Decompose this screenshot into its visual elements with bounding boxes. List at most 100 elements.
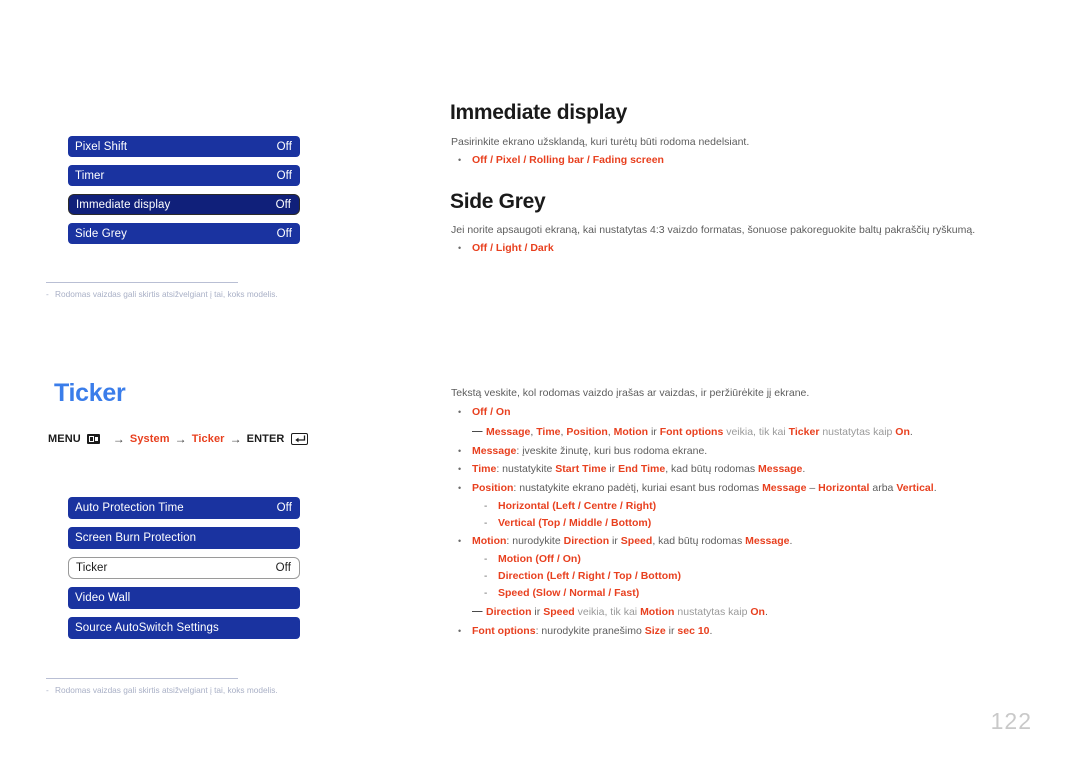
footnote-text: Rodomas vaizdas gali skirtis atsižvelgia… (55, 685, 278, 695)
term: Direction (498, 569, 544, 582)
term-description: . (709, 625, 713, 638)
ticker-sub-motion: - Motion (Off / On) (450, 552, 1080, 568)
note-term: Time (536, 425, 561, 438)
term-description: . (933, 482, 937, 495)
term-description: : nurodykite (506, 535, 564, 548)
bullet-icon: • (458, 483, 462, 494)
term-description: : nustatykite ekrano padėtį, kuriai esan… (513, 482, 763, 495)
footnote-line: - Rodomas vaizdas gali skirtis atsižvelg… (46, 289, 346, 300)
sub-dash-icon: - (484, 570, 488, 582)
term: Position (472, 482, 514, 495)
osd-row-value: Off (275, 198, 291, 211)
bullet-icon: • (458, 626, 462, 637)
options-text: Off / Pixel / Rolling bar / Fading scree… (472, 154, 664, 166)
menu-path: MENU → System → Ticker → ENTER (48, 432, 309, 446)
osd-row-source-autoswitch-settings[interactable]: Source AutoSwitch Settings (68, 617, 300, 639)
osd-row-label: Side Grey (75, 227, 128, 240)
bullet-icon: • (458, 155, 462, 165)
bullet-icon: • (458, 243, 462, 253)
note-term: Motion (640, 606, 675, 619)
osd-row-label: Timer (75, 169, 105, 182)
bullet-icon: • (458, 407, 462, 418)
footnote-line: - Rodomas vaizdas gali skirtis atsižvelg… (46, 685, 346, 696)
note-sep: nustatytas kaip (674, 606, 751, 619)
note-term: Message (486, 425, 531, 438)
term-description: : nurodykite pranešimo (535, 625, 645, 638)
term: Direction (563, 535, 610, 548)
sub-dash-icon: - (484, 517, 488, 529)
menu-path-enter-label: ENTER (246, 433, 285, 445)
options-text: Off / Light / Dark (472, 242, 554, 254)
osd-row-value: Off (276, 169, 292, 182)
sub-dash-icon: - (484, 554, 488, 566)
bullet-icon: • (458, 464, 462, 475)
osd-row-label: Pixel Shift (75, 140, 128, 153)
term: Font options (472, 625, 536, 638)
footnote-rule (46, 678, 238, 679)
osd-row-side-grey[interactable]: Side Grey Off (68, 223, 300, 244)
arrow-icon: → (112, 432, 125, 446)
sub-options: (Slow / Normal / Fast) (532, 586, 640, 599)
osd-row-value: Off (276, 502, 292, 514)
footnote-top: - Rodomas vaizdas gali skirtis atsižvelg… (46, 282, 346, 300)
term: End Time (618, 463, 666, 476)
sub-options: (Left / Centre / Right) (552, 499, 657, 512)
osd-row-value: Off (275, 562, 291, 574)
term-description: , kad būtų rodomas (652, 535, 746, 548)
footnote-bottom: - Rodomas vaizdas gali skirtis atsižvelg… (46, 678, 346, 696)
note-term: On (750, 606, 765, 619)
term: Message (745, 535, 790, 548)
note-sep: veikia, tik kai (723, 425, 789, 438)
note-term: Speed (543, 606, 575, 619)
bullet-icon: • (458, 445, 462, 456)
osd-row-value: Off (276, 140, 292, 153)
immediate-display-options: Off / Pixel / Rolling bar / Fading scree… (472, 153, 1070, 169)
right-column: Immediate display Pasirinkite ekrano užs… (450, 0, 1080, 763)
ticker-note-2: ― Direction ir Speed veikia, tik kai Mot… (450, 605, 1080, 621)
osd-row-screen-burn-protection[interactable]: Screen Burn Protection (68, 527, 300, 549)
note-sep: . (764, 606, 768, 619)
menu-icon (86, 434, 100, 444)
osd-row-pixel-shift[interactable]: Pixel Shift Off (68, 136, 300, 157)
term: Horizontal (498, 499, 550, 512)
note-term: Position (566, 425, 608, 438)
ticker-description: Tekstą veskite, kol rodomas vaizdo įraša… (451, 387, 810, 399)
side-grey-options: Off / Light / Dark (472, 241, 1070, 257)
osd-row-ticker[interactable]: Ticker Off (68, 557, 300, 579)
term: Message (472, 444, 517, 457)
term-description: ir (609, 535, 621, 548)
term: Vertical (896, 482, 934, 495)
footnote-dash: - (46, 685, 49, 695)
term-description: arba (869, 482, 897, 495)
osd-row-value: Off (276, 227, 292, 240)
ticker-sub-vertical: - Vertical (Top / Middle / Bottom) (450, 516, 1080, 532)
term: Speed (620, 535, 653, 548)
footnote-text: Rodomas vaizdas gali skirtis atsižvelgia… (55, 289, 278, 299)
note-sep: veikia, tik kai (574, 606, 641, 619)
ticker-sub-speed: - Speed (Slow / Normal / Fast) (450, 586, 1080, 602)
osd-row-immediate-display[interactable]: Immediate display Off (68, 194, 300, 215)
osd-row-label: Auto Protection Time (75, 502, 184, 514)
menu-path-menu-label: MENU (48, 433, 81, 445)
note-term: On (895, 425, 910, 438)
osd-row-label: Video Wall (75, 592, 131, 604)
menu-path-item-system[interactable]: System (130, 433, 170, 445)
ticker-bullet-font-options: • Font options: nurodykite pranešimo Siz… (450, 624, 1080, 640)
term: Vertical (498, 516, 536, 529)
osd-row-label: Screen Burn Protection (75, 532, 197, 544)
ticker-bullet-time: • Time: nustatykite Start Time ir End Ti… (450, 462, 1080, 478)
sub-dash-icon: - (484, 500, 488, 512)
osd-row-label: Source AutoSwitch Settings (75, 622, 219, 634)
osd-row-timer[interactable]: Timer Off (68, 165, 300, 186)
note-term: Font options (659, 425, 724, 438)
left-column: Pixel Shift Off Timer Off Immediate disp… (0, 0, 440, 763)
arrow-icon: → (229, 432, 242, 446)
term-description: – (806, 482, 819, 495)
osd-row-auto-protection-time[interactable]: Auto Protection Time Off (68, 497, 300, 519)
note-sep: . (909, 425, 913, 438)
menu-path-item-ticker[interactable]: Ticker (192, 433, 225, 445)
note-term: Motion (613, 425, 649, 438)
osd-row-video-wall[interactable]: Video Wall (68, 587, 300, 609)
manual-page: Pixel Shift Off Timer Off Immediate disp… (0, 0, 1080, 763)
term-description: ir (665, 625, 678, 638)
